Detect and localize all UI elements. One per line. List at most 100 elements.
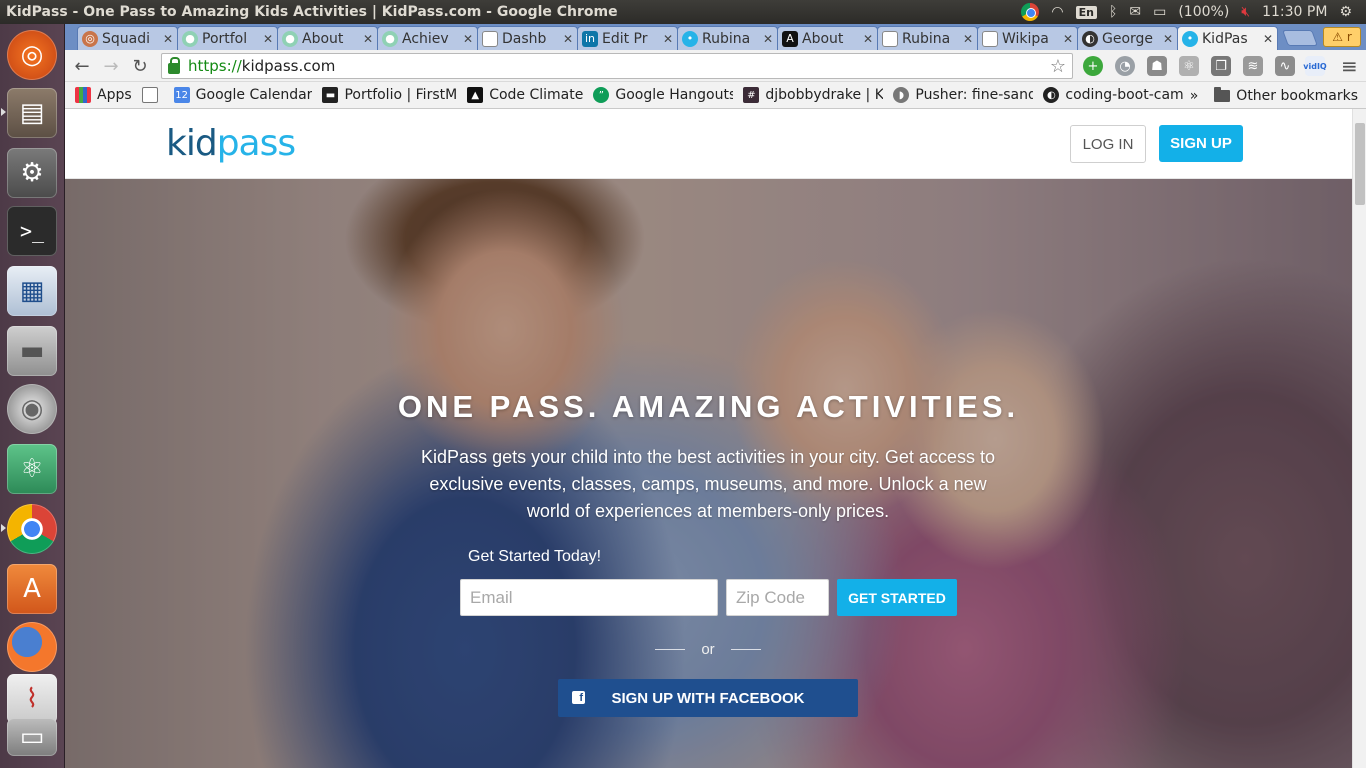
close-icon[interactable]: ✕	[263, 32, 273, 46]
bookmark-coding-boot-camp[interactable]: ◐ coding-boot-cam	[1043, 87, 1183, 103]
warning-icon[interactable]: ⚠ r	[1323, 27, 1361, 47]
email-input[interactable]	[460, 579, 718, 616]
close-icon[interactable]: ✕	[1063, 32, 1073, 46]
bluetooth-icon[interactable]: ᛒ	[1109, 4, 1117, 20]
writer-icon[interactable]: ▦	[7, 266, 57, 316]
browser-toolbar: ← → ↻ https://kidpass.com ☆ + ◔ ☗ ⚛ ❐ ≋ …	[65, 50, 1366, 82]
bookmark-djbobbydrake[interactable]: # djbobbydrake | Ki	[743, 87, 883, 103]
tab-edit-profile[interactable]: in Edit Pr ✕	[577, 26, 678, 50]
battery-icon[interactable]: ▭	[1153, 4, 1166, 20]
disk-icon[interactable]: ▬	[7, 326, 57, 376]
document-viewer-icon[interactable]: ⌇	[7, 674, 57, 724]
extension-swirl-icon[interactable]: ◔	[1115, 56, 1135, 76]
address-bar[interactable]: https://kidpass.com ☆	[161, 53, 1073, 79]
keyboard-layout-indicator[interactable]: En	[1075, 5, 1097, 19]
chrome-menu-icon[interactable]: ≡	[1341, 54, 1358, 78]
extension-robot-icon[interactable]: ☗	[1147, 56, 1167, 76]
scrollbar-thumb[interactable]	[1355, 123, 1365, 205]
tab-rubina-1[interactable]: • Rubina ✕	[677, 26, 778, 50]
running-indicator	[1, 524, 6, 532]
tab-about[interactable]: ● About ✕	[277, 26, 378, 50]
close-icon[interactable]: ✕	[1263, 32, 1273, 46]
tab-portfolio[interactable]: ● Portfol ✕	[177, 26, 278, 50]
facebook-signup-label: SIGN UP WITH FACEBOOK	[611, 689, 805, 707]
chrome-tray-icon[interactable]	[1021, 3, 1040, 21]
hangouts-icon: ”	[593, 87, 610, 103]
close-icon[interactable]: ✕	[363, 32, 373, 46]
new-tab-button[interactable]	[1282, 30, 1318, 46]
firefox-icon[interactable]	[7, 622, 57, 672]
hero-title: ONE PASS. AMAZING ACTIVITIES.	[397, 389, 1020, 424]
other-bookmarks[interactable]: Other bookmarks	[1236, 88, 1358, 104]
tab-about-2[interactable]: A About ✕	[777, 26, 878, 50]
volume-muted-icon[interactable]: 🔇︎	[1241, 4, 1250, 20]
extension-cast-icon[interactable]: ≋	[1243, 56, 1263, 76]
tab-george[interactable]: ◐ George ✕	[1077, 26, 1178, 50]
kidpass-logo[interactable]: kidpass	[166, 123, 296, 164]
tab-achievements[interactable]: ● Achiev ✕	[377, 26, 478, 50]
bookmark-portfolio-firstm[interactable]: ▬ Portfolio | FirstM	[322, 87, 457, 103]
system-settings-icon[interactable]: ⚙	[7, 148, 57, 198]
bookmark-code-climate[interactable]: ▲ Code Climate	[467, 87, 583, 103]
firstm-icon: ▬	[322, 87, 339, 103]
back-button[interactable]: ←	[70, 54, 94, 78]
site-header: kidpass LOG IN SIGN UP	[65, 109, 1352, 179]
linkedin-icon: in	[582, 30, 598, 47]
close-icon[interactable]: ✕	[863, 32, 873, 46]
reload-button[interactable]: ↻	[128, 54, 152, 78]
bookmark-apps[interactable]: Apps	[75, 87, 132, 103]
close-icon[interactable]: ✕	[1163, 32, 1173, 46]
extension-react-icon[interactable]: ⚛	[1179, 56, 1199, 76]
battery-percent[interactable]: (100%)	[1178, 4, 1229, 20]
close-icon[interactable]: ✕	[763, 32, 773, 46]
add-extension-icon[interactable]: +	[1083, 56, 1103, 76]
bookmarks-overflow-button[interactable]: »	[1190, 88, 1199, 104]
dvd-icon[interactable]: ◉	[7, 384, 57, 434]
kidpass-icon: •	[1182, 30, 1198, 47]
bookmark-star-icon[interactable]: ☆	[1050, 56, 1066, 77]
tab-squad[interactable]: ◎ Squadi ✕	[77, 26, 178, 50]
close-icon[interactable]: ✕	[663, 32, 673, 46]
close-icon[interactable]: ✕	[563, 32, 573, 46]
extension-copy-icon[interactable]: ❐	[1211, 56, 1231, 76]
zip-code-input[interactable]	[726, 579, 829, 616]
login-button[interactable]: LOG IN	[1070, 125, 1146, 163]
squad-icon: ◎	[82, 30, 98, 47]
chrome-icon[interactable]	[7, 504, 57, 554]
window-title: KidPass - One Pass to Amazing Kids Activ…	[6, 4, 618, 20]
vidiq-icon[interactable]: vidIQ	[1303, 56, 1327, 76]
folder-icon	[1214, 86, 1231, 102]
divider-line	[731, 648, 761, 650]
software-center-icon[interactable]: A	[7, 564, 57, 614]
wifi-icon[interactable]: ◠	[1051, 4, 1063, 20]
forward-button[interactable]: →	[99, 54, 123, 78]
mail-icon[interactable]: ✉	[1129, 4, 1141, 20]
bookmark-pusher[interactable]: ◗ Pusher: fine-sand	[893, 87, 1033, 103]
page-scrollbar[interactable]	[1352, 109, 1366, 768]
close-icon[interactable]: ✕	[963, 32, 973, 46]
session-gear-icon[interactable]: ⚙	[1339, 4, 1352, 20]
close-icon[interactable]: ✕	[163, 32, 173, 46]
tab-kidpass[interactable]: • KidPas ✕	[1177, 26, 1278, 50]
facebook-signup-button[interactable]: f SIGN UP WITH FACEBOOK	[558, 679, 858, 717]
bookmark-page[interactable]	[141, 87, 164, 103]
signup-button[interactable]: SIGN UP	[1159, 125, 1243, 162]
url-host: kidpass.com	[241, 57, 336, 75]
atom-icon[interactable]: ⚛	[7, 444, 57, 494]
bookmark-google-hangouts[interactable]: ” Google Hangouts	[593, 87, 733, 103]
page-icon	[482, 30, 498, 47]
bookmark-google-calendar[interactable]: 12 Google Calendar	[173, 87, 312, 103]
terminal-icon[interactable]: >_	[7, 206, 57, 256]
tab-dashboard[interactable]: Dashb ✕	[477, 26, 578, 50]
files-icon[interactable]: ▤	[7, 88, 57, 138]
github-icon: ◐	[1082, 30, 1098, 47]
extension-lines-icon[interactable]: ∿	[1275, 56, 1295, 76]
close-icon[interactable]: ✕	[463, 32, 473, 46]
get-started-button[interactable]: GET STARTED	[837, 579, 957, 616]
clock[interactable]: 11:30 PM	[1262, 4, 1327, 20]
drive-icon[interactable]: ▭	[7, 718, 57, 756]
tab-rubina-2[interactable]: Rubina ✕	[877, 26, 978, 50]
tab-wikipedia[interactable]: Wikipa ✕	[977, 26, 1078, 50]
ubuntu-dash-icon[interactable]: ◎	[7, 30, 57, 80]
page-icon	[982, 30, 998, 47]
